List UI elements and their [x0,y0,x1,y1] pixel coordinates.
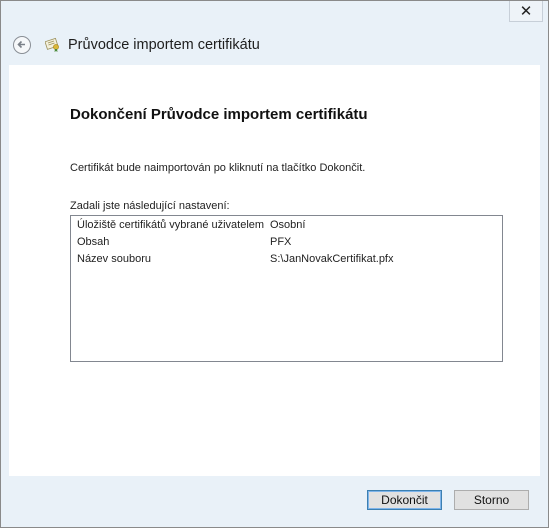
finish-button[interactable]: Dokončit [367,490,442,510]
settings-value: Osobní [270,219,306,231]
settings-key: Úložiště certifikátů vybrané uživatelem [77,219,265,231]
settings-key: Název souboru [77,253,151,265]
settings-label: Zadali jste následující nastavení: [70,200,230,212]
cancel-button[interactable]: Storno [454,490,529,510]
settings-value: PFX [270,236,292,248]
title-bar: ✕ [1,1,548,25]
wizard-header: Průvodce importem certifikátu [1,25,548,65]
close-icon: ✕ [519,2,533,20]
certificate-icon [44,37,61,53]
info-text: Certifikát bude naimportován po kliknutí… [70,162,366,174]
close-button[interactable]: ✕ [509,1,543,22]
wizard-title: Průvodce importem certifikátu [68,37,260,53]
settings-key: Obsah [77,236,110,248]
wizard-window: ✕ Průvodce importem certifikátu Dokončen… [0,0,549,528]
wizard-content: Dokončení Průvodce importem certifikátu … [9,65,540,476]
settings-value: S:\JanNovakCertifikat.pfx [270,253,394,265]
button-bar: Dokončit Storno [1,476,548,527]
back-arrow-icon[interactable] [13,36,31,54]
settings-list[interactable]: Úložiště certifikátů vybrané uživatelem … [70,215,503,362]
page-heading: Dokončení Průvodce importem certifikátu [70,106,368,123]
